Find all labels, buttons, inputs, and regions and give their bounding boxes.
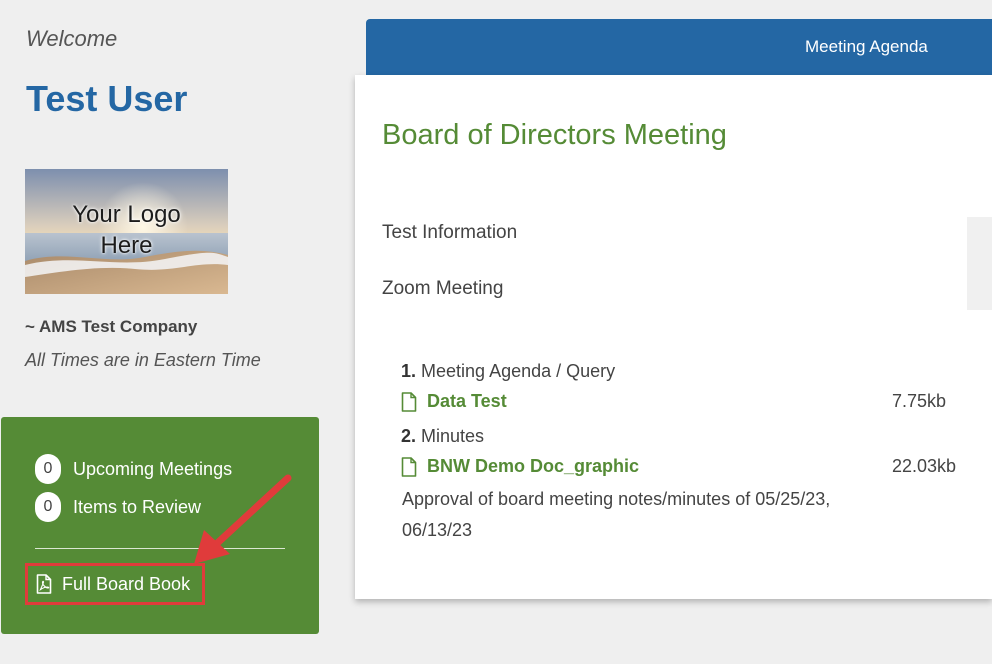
side-strip	[967, 217, 992, 310]
items-to-review-count: 0	[35, 492, 61, 522]
tab-meeting-agenda[interactable]: Meeting Agenda	[805, 37, 928, 57]
user-name: Test User	[26, 78, 188, 119]
meeting-location: Zoom Meeting	[382, 278, 504, 299]
file-size: 22.03kb	[892, 456, 957, 476]
document-name: BNW Demo Doc_graphic	[427, 456, 640, 476]
summary-panel: 0 Upcoming Meetings 0 Items to Review Fu…	[1, 417, 319, 634]
agenda-item-number: 2.	[401, 426, 417, 446]
document-link[interactable]: BNW Demo Doc_graphic	[401, 456, 639, 477]
upcoming-meetings-link[interactable]: 0 Upcoming Meetings	[35, 454, 232, 484]
document-name: Data Test	[427, 391, 507, 411]
logo-text: Your Logo Here	[25, 199, 228, 261]
divider	[35, 548, 285, 549]
meeting-title: Board of Directors Meeting	[382, 119, 727, 151]
document-icon	[401, 456, 417, 477]
logo-text-line1: Your Logo	[72, 201, 181, 228]
meeting-info: Test Information	[382, 222, 518, 243]
document-link[interactable]: Data Test	[401, 391, 507, 412]
items-to-review-label: Items to Review	[73, 496, 202, 517]
welcome-text: Welcome	[26, 26, 118, 51]
agenda-item-number: 1.	[401, 361, 417, 381]
full-board-book-button[interactable]: Full Board Book	[25, 563, 205, 605]
file-size: 7.75kb	[892, 391, 947, 411]
full-board-book-label: Full Board Book	[62, 573, 191, 594]
file-pdf-icon	[36, 574, 52, 594]
items-to-review-link[interactable]: 0 Items to Review	[35, 492, 201, 522]
agenda-item-title: 2. Minutes	[401, 426, 484, 447]
document-icon	[401, 391, 417, 412]
company-name: ~ AMS Test Company	[25, 317, 198, 336]
upcoming-meetings-label: Upcoming Meetings	[73, 458, 233, 479]
timezone-note: All Times are in Eastern Time	[25, 350, 261, 370]
logo-text-line2: Here	[100, 232, 153, 259]
upcoming-meetings-count: 0	[35, 454, 61, 484]
page: Welcome Test User Your Logo Here ~ AMS T…	[0, 0, 992, 664]
agenda-item-label: Meeting Agenda / Query	[421, 361, 616, 381]
agenda-item-label: Minutes	[421, 426, 485, 446]
agenda-item-note: Approval of board meeting notes/minutes …	[402, 489, 831, 540]
agenda-item-title: 1. Meeting Agenda / Query	[401, 361, 615, 382]
company-logo: Your Logo Here	[25, 169, 228, 294]
